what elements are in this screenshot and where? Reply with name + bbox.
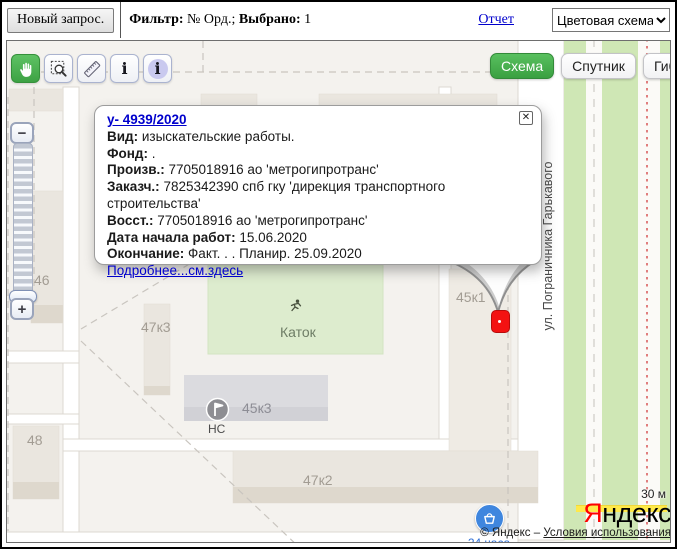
row-label: Восст.: xyxy=(107,213,154,228)
map-canvas[interactable]: 46 48 47к3 45к1 45к3 47к2 Каток НС ул. П… xyxy=(6,40,671,543)
copyright-line: © Яндекс – Условия использования xyxy=(431,527,671,539)
report-link[interactable]: Отчет xyxy=(478,12,514,28)
details-link[interactable]: Подробнее...см.здесь xyxy=(107,263,243,278)
balloon-close-button[interactable]: ✕ xyxy=(519,111,533,125)
map-world: 46 48 47к3 45к1 45к3 47к2 Каток НС ул. П… xyxy=(6,40,671,543)
topbar-divider xyxy=(120,2,121,38)
filter-status: Фильтр: № Орд.; Выбрано: 1 xyxy=(129,12,311,28)
marker-dot xyxy=(498,320,501,323)
selected-count: 1 xyxy=(301,12,312,27)
info-balloon: ✕ у- 4939/2020 Вид: изыскательские работ… xyxy=(94,105,542,265)
info-alt-glyph: i xyxy=(154,61,160,77)
balloon-row-fond: Фонд: . xyxy=(107,146,529,163)
row-value: 7705018916 ао 'метрогипротранс' xyxy=(165,162,379,177)
map-type-switcher: Схема Спутник Гибрид xyxy=(490,53,671,79)
scale-label: 30 м xyxy=(576,487,666,501)
filter-value: № Орд.; xyxy=(184,12,239,27)
filter-label: Фильтр: xyxy=(129,12,183,27)
map-marker[interactable] xyxy=(491,310,510,333)
row-label: Дата начала работ: xyxy=(107,230,236,245)
balloon-row-zakazch: Заказч.: 7825342390 спб гку 'дирекция тр… xyxy=(107,179,529,213)
zoom-slider-track[interactable] xyxy=(13,143,33,303)
terms-of-use-link[interactable]: Условия использования xyxy=(543,527,671,539)
hand-icon xyxy=(16,59,36,79)
color-scheme-select[interactable]: Цветовая схема xyxy=(552,8,670,32)
row-label: Заказч.: xyxy=(107,179,160,194)
balloon-row-end-date: Окончание: Факт. . . Планир. 25.09.2020 xyxy=(107,246,529,263)
info-icon: i xyxy=(121,61,127,77)
row-label: Вид: xyxy=(107,129,138,144)
new-request-button[interactable]: Новый запрос. xyxy=(7,8,114,33)
row-value: 15.06.2020 xyxy=(236,230,307,245)
info-tool-button[interactable]: i xyxy=(110,54,139,83)
row-label: Окончание: xyxy=(107,246,184,261)
balloon-row-vid: Вид: изыскательские работы. xyxy=(107,129,529,146)
map-type-hybrid-button[interactable]: Гибрид xyxy=(643,53,671,79)
row-label: Фонд: xyxy=(107,146,148,161)
row-value: изыскательские работы. xyxy=(138,129,294,144)
row-value: . xyxy=(148,146,156,161)
row-value: 7705018916 ао 'метрогипротранс' xyxy=(154,213,368,228)
map-tools-toolbar: i i xyxy=(11,54,172,83)
ns-flag-icon[interactable] xyxy=(205,397,230,422)
balloon-row-proizv: Произв.: 7705018916 ао 'метрогипротранс' xyxy=(107,162,529,179)
ruler-tool-button[interactable] xyxy=(77,54,106,83)
basket-icon xyxy=(482,511,497,526)
row-value: Факт. . . Планир. 25.09.2020 xyxy=(184,246,361,261)
balloon-row-start-date: Дата начала работ: 15.06.2020 xyxy=(107,230,529,247)
zoom-area-icon xyxy=(49,59,69,79)
selected-label: Выбрано: xyxy=(239,12,301,27)
ruler-icon xyxy=(82,59,102,79)
row-label: Произв.: xyxy=(107,162,165,177)
zoom-in-button[interactable]: + xyxy=(10,298,34,320)
top-toolbar: Новый запрос. Фильтр: № Орд.; Выбрано: 1… xyxy=(2,2,675,38)
skater-icon xyxy=(289,299,303,313)
info-alt-tool-button[interactable]: i xyxy=(143,54,172,83)
balloon-row-vosst: Восст.: 7705018916 ао 'метрогипротранс' xyxy=(107,213,529,230)
map-type-schema-button[interactable]: Схема xyxy=(490,53,554,79)
order-number-link[interactable]: у- 4939/2020 xyxy=(107,112,187,127)
copyright-text: © Яндекс – xyxy=(480,527,543,539)
zoom-area-tool-button[interactable] xyxy=(44,54,73,83)
zoom-out-button[interactable]: − xyxy=(10,122,34,144)
pan-tool-button[interactable] xyxy=(11,54,40,83)
scale-bar xyxy=(576,505,667,512)
info-circle-icon: i xyxy=(148,59,168,79)
app-window: Новый запрос. Фильтр: № Орд.; Выбрано: 1… xyxy=(0,0,677,549)
map-type-satellite-button[interactable]: Спутник xyxy=(561,53,636,79)
